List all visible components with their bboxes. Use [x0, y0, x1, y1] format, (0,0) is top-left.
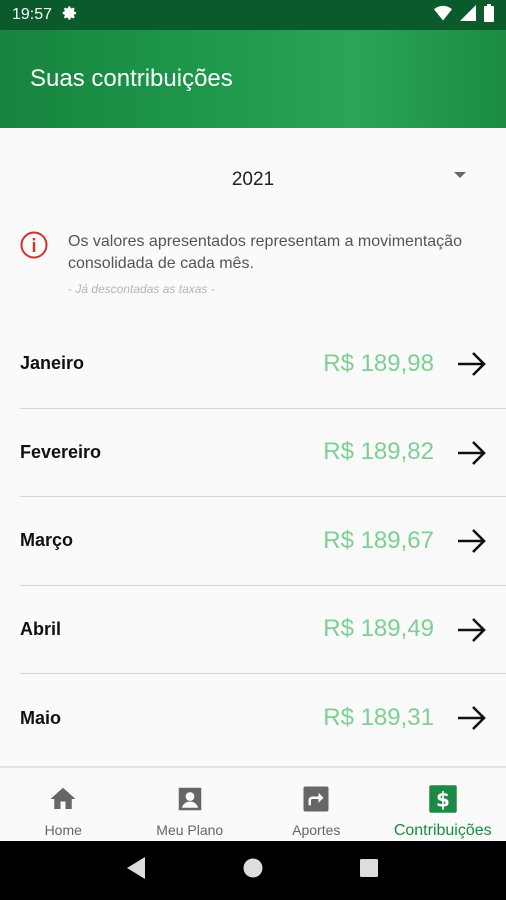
- dollar-icon: $: [428, 784, 458, 814]
- month-amount: R$ 189,98: [323, 349, 434, 377]
- nav-meu-plano[interactable]: Meu Plano: [127, 768, 254, 841]
- clock: 19:57: [12, 6, 53, 23]
- bottom-navigation: Home Meu Plano Aportes $ Contribuições: [0, 766, 506, 841]
- wifi-icon: [434, 5, 452, 26]
- arrow-right-icon[interactable]: [456, 437, 488, 469]
- list-item-marco[interactable]: Março R$ 189,67: [20, 497, 506, 586]
- arrow-right-icon[interactable]: [456, 702, 488, 734]
- back-icon[interactable]: [127, 857, 147, 884]
- list-item-abril[interactable]: Abril R$ 189,49: [20, 586, 506, 674]
- home-icon: [48, 784, 78, 814]
- nav-label: Contribuições: [393, 822, 492, 839]
- arrow-right-icon[interactable]: [456, 348, 488, 380]
- dropdown-caret-icon: [454, 172, 466, 178]
- nav-aportes[interactable]: Aportes: [253, 768, 380, 841]
- notice-message: Os valores apresentados representam a mo…: [68, 233, 462, 272]
- list-item-janeiro[interactable]: Janeiro R$ 189,98: [20, 320, 506, 409]
- info-icon: [20, 231, 48, 259]
- month-amount: R$ 189,82: [323, 438, 434, 466]
- recents-icon[interactable]: [359, 858, 379, 883]
- nav-label: Home: [44, 822, 82, 838]
- list-item-maio[interactable]: Maio R$ 189,31: [20, 674, 506, 763]
- arrow-right-icon[interactable]: [456, 525, 488, 557]
- month-label: Abril: [20, 618, 62, 639]
- notice-note: - Já descontadas as taxas -: [68, 282, 215, 296]
- month-amount: R$ 189,31: [323, 704, 434, 732]
- month-label: Fevereiro: [20, 441, 102, 462]
- month-amount: R$ 189,49: [323, 615, 434, 643]
- share-icon: [301, 784, 331, 814]
- person-icon: [175, 784, 205, 814]
- month-amount: R$ 189,67: [323, 526, 434, 554]
- arrow-right-icon[interactable]: [456, 614, 488, 646]
- settings-icon: [62, 5, 78, 26]
- status-bar: 19:57: [0, 0, 506, 30]
- battery-icon: [484, 3, 494, 27]
- nav-home[interactable]: Home: [0, 768, 127, 841]
- signal-icon: [460, 4, 476, 26]
- year-dropdown[interactable]: 2021: [0, 158, 506, 202]
- month-label: Janeiro: [20, 353, 85, 374]
- app-bar: Suas contribuições: [0, 30, 506, 128]
- svg-text:$: $: [436, 788, 450, 812]
- list-item-fevereiro[interactable]: Fevereiro R$ 189,82: [20, 409, 506, 497]
- month-label: Maio: [20, 707, 62, 728]
- nav-label: Aportes: [292, 822, 341, 838]
- page-title: Suas contribuições: [30, 65, 233, 92]
- month-label: Março: [20, 530, 74, 551]
- home-button-icon[interactable]: [242, 857, 264, 884]
- nav-contribuicoes[interactable]: $ Contribuições: [380, 768, 506, 841]
- system-navigation-bar: [0, 841, 506, 900]
- contribution-list: Janeiro R$ 189,98 Fevereiro R$ 189,82 Ma…: [0, 320, 506, 763]
- nav-label: Meu Plano: [156, 822, 224, 838]
- year-value: 2021: [231, 169, 275, 190]
